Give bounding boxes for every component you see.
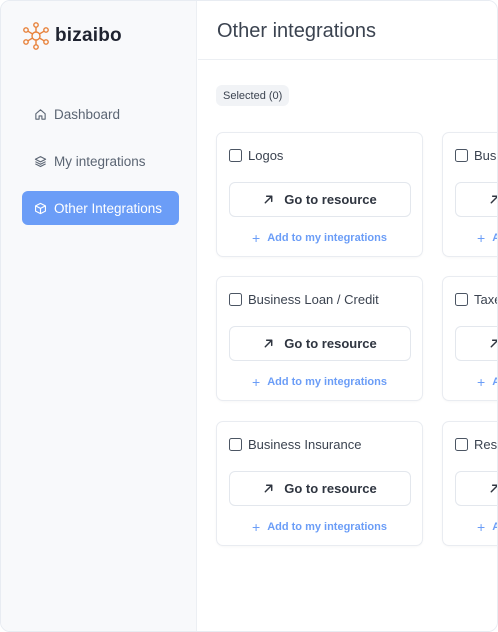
- go-to-resource-button[interactable]: Go to resource: [229, 182, 411, 217]
- card-header[interactable]: Taxe: [455, 292, 497, 307]
- card-title: Taxe: [474, 292, 497, 307]
- card-header[interactable]: Rest: [455, 437, 498, 452]
- sidebar-item-my-integrations[interactable]: My integrations: [22, 144, 179, 178]
- brand-logo[interactable]: bizaibo: [21, 21, 122, 51]
- plus-icon: +: [477, 519, 486, 535]
- sidebar: bizaibo Dashboard My integrations Other …: [1, 1, 197, 631]
- plus-icon: +: [477, 230, 486, 246]
- go-to-resource-button[interactable]: [455, 471, 497, 506]
- plus-icon: +: [477, 374, 486, 390]
- integration-card: Business Loan / Credit Go to resource + …: [216, 276, 423, 401]
- sidebar-item-label: Other Integrations: [54, 200, 163, 216]
- link-label: Add to my integrations: [267, 376, 387, 388]
- arrow-up-right-icon: [490, 484, 497, 493]
- card-header[interactable]: Logos: [229, 148, 283, 163]
- plus-icon: +: [252, 374, 261, 390]
- select-checkbox[interactable]: [455, 438, 468, 451]
- button-label: Go to resource: [284, 481, 377, 496]
- add-to-integrations-link[interactable]: + A: [443, 519, 497, 535]
- link-label: Add to my integrations: [267, 521, 387, 533]
- plus-icon: +: [252, 519, 261, 535]
- link-label: Add to my integrations: [267, 232, 387, 244]
- sidebar-item-label: Dashboard: [54, 106, 121, 122]
- go-to-resource-button[interactable]: Go to resource: [229, 471, 411, 506]
- page-title: Other integrations: [217, 20, 376, 42]
- add-to-integrations-link[interactable]: + Add to my integrations: [217, 375, 422, 389]
- select-checkbox[interactable]: [229, 438, 242, 451]
- add-to-integrations-link[interactable]: + A: [443, 230, 497, 246]
- box-icon: [35, 202, 46, 214]
- select-checkbox[interactable]: [455, 293, 468, 306]
- top-bar: Other integrations: [198, 1, 497, 60]
- sidebar-item-other-integrations[interactable]: Other Integrations: [22, 191, 179, 225]
- sidebar-item-label: My integrations: [54, 153, 146, 169]
- integration-card: Rest + A: [442, 421, 498, 546]
- main-content: Other integrations Selected (0) Logos Go…: [198, 1, 498, 631]
- button-label: Go to resource: [284, 192, 377, 207]
- card-title: Business Loan / Credit: [248, 292, 379, 307]
- select-checkbox[interactable]: [229, 293, 242, 306]
- select-checkbox[interactable]: [455, 149, 468, 162]
- add-to-integrations-link[interactable]: + A: [443, 374, 497, 390]
- go-to-resource-button[interactable]: [455, 182, 497, 217]
- go-to-resource-button[interactable]: [455, 326, 497, 361]
- integration-card: Business Insurance Go to resource + Add …: [216, 421, 423, 546]
- integration-card: Logos Go to resource + Add to my integra…: [216, 132, 423, 257]
- selected-count-badge[interactable]: Selected (0): [216, 85, 290, 106]
- arrow-up-right-icon: [490, 195, 497, 204]
- plus-icon: +: [252, 230, 261, 246]
- arrow-up-right-icon: [264, 339, 273, 348]
- home-icon: [35, 108, 46, 120]
- card-title: Busi: [474, 148, 498, 163]
- card-title: Rest: [474, 437, 498, 452]
- brand-name: bizaibo: [55, 25, 122, 46]
- app-frame: bizaibo Dashboard My integrations Other …: [0, 0, 498, 632]
- card-header[interactable]: Business Insurance: [229, 437, 361, 452]
- go-to-resource-button[interactable]: Go to resource: [229, 326, 411, 361]
- sidebar-item-dashboard[interactable]: Dashboard: [22, 97, 179, 131]
- arrow-up-right-icon: [264, 195, 273, 204]
- link-label: A: [492, 232, 497, 244]
- card-header[interactable]: Business Loan / Credit: [229, 292, 379, 307]
- select-checkbox[interactable]: [229, 149, 242, 162]
- button-label: Go to resource: [284, 336, 377, 351]
- integration-card: Busi + A: [442, 132, 498, 257]
- network-logo-icon: [23, 22, 49, 50]
- card-title: Business Insurance: [248, 437, 362, 452]
- link-label: A: [492, 376, 497, 388]
- card-header[interactable]: Busi: [455, 148, 498, 163]
- integration-card: Taxe + A: [442, 276, 497, 401]
- add-to-integrations-link[interactable]: + Add to my integrations: [217, 231, 422, 245]
- add-to-integrations-link[interactable]: + Add to my integrations: [217, 520, 422, 534]
- layers-icon: [34, 155, 47, 167]
- card-title: Logos: [248, 148, 284, 163]
- arrow-up-right-icon: [490, 339, 497, 348]
- arrow-up-right-icon: [264, 484, 273, 493]
- link-label: A: [492, 521, 497, 533]
